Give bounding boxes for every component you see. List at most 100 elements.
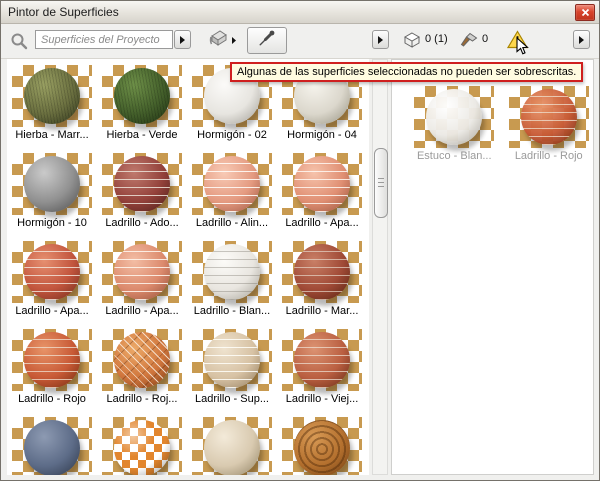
surface-sphere: [24, 420, 80, 475]
surface-tile[interactable]: [7, 413, 97, 475]
surface-thumbnail: [192, 241, 272, 303]
window-title: Pintor de Superficies: [1, 5, 119, 19]
bucket-flyout-arrow-icon: [231, 31, 237, 49]
surface-thumbnail: [102, 65, 182, 127]
surface-tile[interactable]: Ladrillo - Alin...: [187, 149, 277, 237]
paint-bucket-button[interactable]: [204, 28, 240, 52]
surfaces-count-icon: [403, 32, 421, 54]
surface-thumbnail: [12, 329, 92, 391]
surface-thumbnail: [192, 153, 272, 215]
surface-thumbnail: [102, 241, 182, 303]
vertical-scrollbar[interactable]: [372, 59, 388, 475]
surface-thumbnail: [102, 153, 182, 215]
toolbar: Superficies del Proyecto: [1, 24, 599, 59]
surface-sphere: [24, 68, 80, 124]
mouse-cursor-icon: [516, 37, 529, 61]
surface-thumbnail: [12, 153, 92, 215]
surface-tile[interactable]: Hierba - Verde: [97, 61, 187, 149]
surface-sphere: [294, 332, 350, 388]
surface-thumbnail: [282, 241, 362, 303]
flyout-arrow-icon: [377, 31, 384, 49]
surface-label: Hierba - Verde: [107, 127, 178, 143]
left-pane-flyout-button[interactable]: [372, 30, 389, 49]
surface-tile[interactable]: Ladrillo - Ado...: [97, 149, 187, 237]
surface-thumbnail: [12, 417, 92, 475]
surface-tile[interactable]: Ladrillo - Apa...: [7, 237, 97, 325]
surface-sphere: [294, 156, 350, 212]
surface-label: Ladrillo - Apa...: [15, 303, 88, 319]
surface-thumbnail: [414, 86, 494, 148]
surface-tile[interactable]: Hormigón - 10: [7, 149, 97, 237]
surface-sphere: [24, 156, 80, 212]
warning-tooltip: Algunas de las superficies seleccionadas…: [230, 62, 583, 82]
surface-label: Ladrillo - Mar...: [286, 303, 359, 319]
titlebar[interactable]: Pintor de Superficies: [1, 1, 599, 24]
surface-thumbnail: [509, 86, 589, 148]
surface-tile[interactable]: Ladrillo - Rojo: [7, 325, 97, 413]
flyout-arrow-icon: [578, 31, 585, 49]
close-button[interactable]: [575, 4, 595, 21]
surface-label: Ladrillo - Viej...: [286, 391, 359, 407]
surface-tile[interactable]: Ladrillo - Blan...: [187, 237, 277, 325]
surface-tile[interactable]: Ladrillo - Viej...: [277, 325, 367, 413]
surface-sphere: [114, 420, 170, 475]
surface-grid: Hierba - Marr... Hierba - Verde Hormigón…: [7, 59, 369, 475]
eyedropper-button[interactable]: [247, 27, 287, 54]
surface-tile[interactable]: Hierba - Marr...: [7, 61, 97, 149]
surface-painter-window: Pintor de Superficies Superficies del Pr…: [0, 0, 600, 481]
surface-sphere: [521, 89, 577, 145]
surface-sphere: [204, 244, 260, 300]
surface-label: Ladrillo - Sup...: [195, 391, 269, 407]
surface-tile[interactable]: Estuco - Blan...: [410, 82, 499, 164]
surface-label: Ladrillo - Rojo: [515, 148, 583, 164]
surface-sphere: [114, 244, 170, 300]
surfaces-count-label: 0 (1): [425, 33, 448, 45]
surface-thumbnail: [12, 241, 92, 303]
warning-tooltip-text: Algunas de las superficies seleccionadas…: [237, 66, 576, 78]
surface-label: Ladrillo - Alin...: [196, 215, 268, 231]
right-pane-flyout-button[interactable]: [573, 30, 590, 49]
surface-tile[interactable]: [187, 413, 277, 475]
surface-sphere: [114, 156, 170, 212]
surface-label: Hormigón - 02: [197, 127, 267, 143]
surface-list-pane: Hierba - Marr... Hierba - Verde Hormigón…: [7, 59, 369, 475]
flyout-arrow-icon: [179, 31, 186, 49]
surface-tile[interactable]: Ladrillo - Mar...: [277, 237, 367, 325]
surface-thumbnail: [282, 329, 362, 391]
surface-thumbnail: [192, 329, 272, 391]
surface-label: Ladrillo - Roj...: [107, 391, 178, 407]
combo-flyout-button[interactable]: [174, 30, 191, 49]
surface-label: Hierba - Marr...: [15, 127, 88, 143]
surface-label: Estuco - Blan...: [417, 148, 492, 164]
eyedropper-icon: [258, 29, 276, 52]
surface-sphere: [204, 156, 260, 212]
surface-sphere: [114, 332, 170, 388]
surface-label: Ladrillo - Apa...: [105, 303, 178, 319]
surface-sphere: [204, 420, 260, 475]
surface-thumbnail: [282, 417, 362, 475]
scrollbar-thumb[interactable]: [374, 148, 388, 218]
surface-tile[interactable]: Ladrillo - Apa...: [277, 149, 367, 237]
surface-thumbnail: [192, 417, 272, 475]
surface-source-value: Superficies del Proyecto: [41, 34, 160, 46]
surface-label: Ladrillo - Apa...: [285, 215, 358, 231]
surface-tile[interactable]: Ladrillo - Apa...: [97, 237, 187, 325]
surface-source-combo[interactable]: Superficies del Proyecto: [35, 30, 173, 49]
surface-tile[interactable]: [277, 413, 367, 475]
surface-sphere: [24, 244, 80, 300]
selection-pane: Estuco - Blan... Ladrillo - Rojo: [391, 59, 594, 475]
surface-tile[interactable]: Ladrillo - Sup...: [187, 325, 277, 413]
close-icon: [581, 4, 590, 22]
surface-sphere: [114, 68, 170, 124]
surface-sphere: [204, 332, 260, 388]
surface-tile[interactable]: Ladrillo - Rojo: [505, 82, 594, 164]
surface-label: Ladrillo - Blan...: [194, 303, 270, 319]
surface-label: Hormigón - 10: [17, 215, 87, 231]
painted-count-icon: [460, 32, 478, 53]
surface-sphere: [294, 420, 350, 475]
surface-thumbnail: [12, 65, 92, 127]
surface-sphere: [294, 244, 350, 300]
surface-tile[interactable]: Ladrillo - Roj...: [97, 325, 187, 413]
surface-tile[interactable]: [97, 413, 187, 475]
surface-sphere: [24, 332, 80, 388]
